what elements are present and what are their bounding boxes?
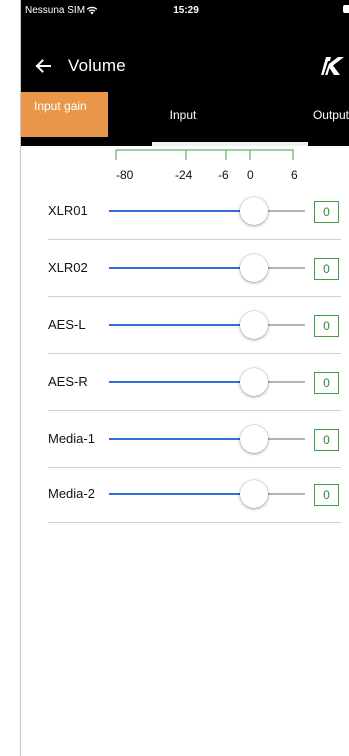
channel-name: AES-R (48, 374, 88, 389)
wifi-icon (86, 6, 98, 15)
k-array-logo (321, 57, 344, 75)
tab-input-gain-label: Input gain (34, 99, 87, 113)
status-bar: Nessuna SIM 15:29 (21, 0, 349, 40)
arrow-left-icon[interactable] (33, 56, 53, 76)
tab-bar: Input gain Input Output (21, 92, 349, 146)
channel-row-xlr02: XLR02 0 (48, 240, 341, 297)
scale-tick-minus-80: -80 (116, 168, 134, 182)
tab-input-label: Input (169, 108, 197, 122)
slider-track-active (109, 493, 240, 495)
slider-thumb[interactable] (240, 480, 268, 508)
gain-slider[interactable] (109, 311, 305, 339)
slider-thumb[interactable] (240, 311, 268, 339)
channel-row-media-1: Media-1 0 (48, 411, 341, 468)
channel-name: XLR01 (48, 203, 88, 218)
scale-tick-6: 6 (291, 168, 298, 182)
gain-value-field[interactable]: 0 (314, 315, 339, 337)
channel-name: Media-1 (48, 431, 95, 446)
page-title: Volume (68, 56, 126, 75)
slider-thumb[interactable] (240, 254, 268, 282)
gain-slider[interactable] (109, 480, 305, 508)
slider-track-active (109, 324, 240, 326)
tab-output-label: Output (312, 108, 349, 122)
slider-thumb[interactable] (240, 197, 268, 225)
gain-slider[interactable] (109, 425, 305, 453)
gain-slider[interactable] (109, 254, 305, 282)
carrier-label: Nessuna SIM (25, 5, 86, 16)
gain-value-field[interactable]: 0 (314, 258, 339, 280)
slider-track-active (109, 381, 240, 383)
slider-thumb[interactable] (240, 425, 268, 453)
channel-name: Media-2 (48, 486, 95, 501)
channel-name: AES-L (48, 317, 86, 332)
channel-row-aes-l: AES-L 0 (48, 297, 341, 354)
slider-track-inactive (268, 381, 305, 383)
scale-tick-0: 0 (247, 168, 254, 182)
app-screen: Nessuna SIM 15:29 Volume Input gain Inpu… (21, 0, 349, 756)
slider-track-active (109, 438, 240, 440)
gain-value-field[interactable]: 0 (314, 484, 339, 506)
gain-slider[interactable] (109, 368, 305, 396)
channel-row-media-2: Media-2 0 (48, 466, 341, 523)
channel-row-aes-r: AES-R 0 (48, 354, 341, 411)
gain-value-field[interactable]: 0 (314, 429, 339, 451)
slider-track-inactive (268, 493, 305, 495)
db-scale: -80 -24 -6 0 6 (21, 146, 349, 186)
slider-track-active (109, 210, 240, 212)
tab-input[interactable]: Input (108, 92, 258, 137)
scale-tick-minus-24: -24 (175, 168, 193, 182)
gain-slider[interactable] (109, 197, 305, 225)
tab-input-gain[interactable]: Input gain (21, 92, 108, 137)
channel-name: XLR02 (48, 260, 88, 275)
slider-track-inactive (268, 210, 305, 212)
battery-icon (343, 5, 349, 13)
tab-output[interactable]: Output (258, 92, 349, 137)
channel-row-xlr01: XLR01 0 (48, 183, 341, 240)
slider-track-inactive (268, 438, 305, 440)
status-time: 15:29 (173, 5, 199, 16)
gain-value-field[interactable]: 0 (314, 201, 339, 223)
slider-track-inactive (268, 324, 305, 326)
scale-tick-minus-6: -6 (218, 168, 229, 182)
gain-value-field[interactable]: 0 (314, 372, 339, 394)
slider-track-inactive (268, 267, 305, 269)
nav-bar: Volume (21, 40, 349, 92)
slider-thumb[interactable] (240, 368, 268, 396)
slider-track-active (109, 267, 240, 269)
